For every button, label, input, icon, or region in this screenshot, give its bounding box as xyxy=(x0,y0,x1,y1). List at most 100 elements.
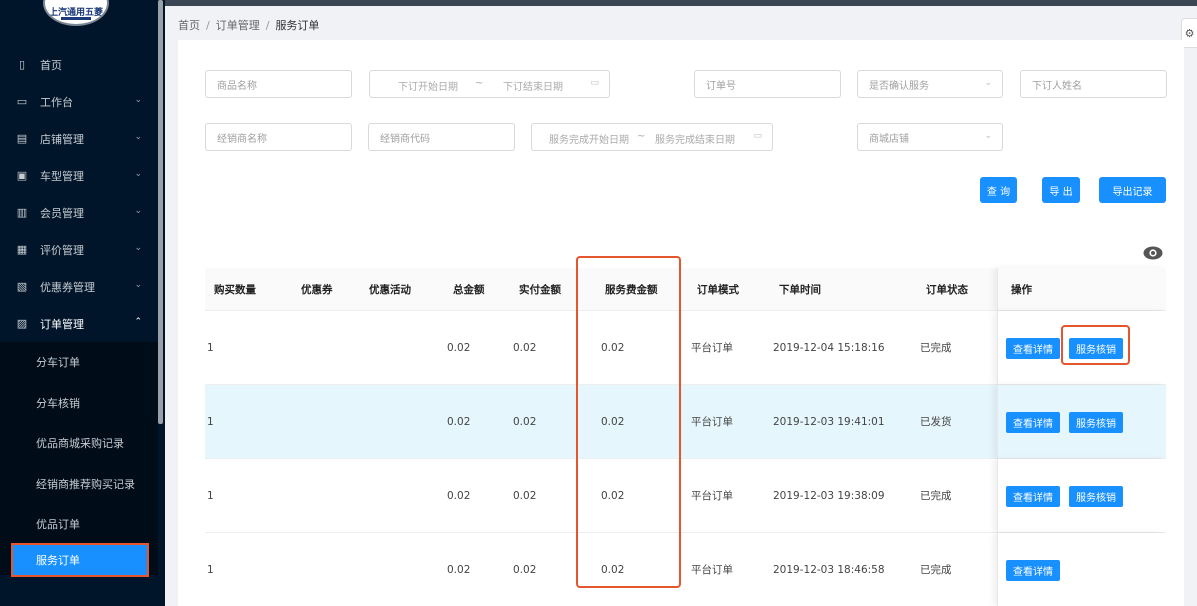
orders-table: 购买数量 优惠券 优惠活动 总金额 实付金额 服务费金额 订单模式 下单时间 订单状态 操作 10… xyxy=(205,268,1166,606)
query-button[interactable]: 查 询 xyxy=(980,177,1017,203)
member-icon: ▥ xyxy=(16,206,28,219)
cell-time: 2019-12-03 19:41:01 xyxy=(773,415,885,428)
sidebar-item-label: 订单管理 xyxy=(40,317,84,331)
chevron-down-icon: ⌄ xyxy=(134,95,142,105)
breadcrumb: 首页 / 订单管理 / 服务订单 xyxy=(178,19,320,32)
view-detail-button[interactable]: 查看详情 xyxy=(1006,338,1060,359)
sidebar-item-label: 工作台 xyxy=(40,95,73,109)
column-header: 下单时间 xyxy=(779,283,821,296)
cell-qty: 1 xyxy=(207,563,214,576)
sidebar-scrollbar[interactable] xyxy=(158,0,163,424)
cell-qty: 1 xyxy=(207,415,214,428)
chevron-down-icon: ⌄ xyxy=(134,169,142,179)
service-verify-button[interactable]: 服务核销 xyxy=(1069,486,1123,507)
column-header: 优惠活动 xyxy=(369,283,411,296)
main-panel: 商品名称 下订开始日期 ~ 下订结束日期 ▭ 订单号 是否确认服务 ⌄ 下订人姓名… xyxy=(178,40,1184,606)
cell-paid: 0.02 xyxy=(513,341,537,354)
cell-mode: 平台订单 xyxy=(691,416,733,428)
table-row[interactable]: 1 0.02 0.02 0.02 平台订单 2019-12-03 19:41:01 已发货 查… xyxy=(205,385,1166,459)
submenu-item-1[interactable]: 分车核销 xyxy=(0,383,158,424)
sidebar-item-1[interactable]: ▭ 工作台 ⌄ xyxy=(0,83,158,120)
submenu-item-3[interactable]: 经销商推荐购买记录 xyxy=(0,464,158,505)
view-detail-button[interactable]: 查看详情 xyxy=(1006,486,1060,507)
sidebar-item-0[interactable]: ▯ 首页 xyxy=(0,46,158,83)
sidebar-item-label: 优惠券管理 xyxy=(40,280,95,294)
buyer-name-input[interactable]: 下订人姓名 xyxy=(1020,70,1167,98)
column-header: 订单状态 xyxy=(926,283,968,296)
sidebar-item-2[interactable]: ▤ 店铺管理 ⌄ xyxy=(0,120,158,157)
service-verify-button[interactable]: 服务核销 xyxy=(1069,338,1123,359)
row-actions: 查看详情 服务核销 xyxy=(997,459,1166,532)
chevron-down-icon: ⌄ xyxy=(134,280,142,290)
breadcrumb-home[interactable]: 首页 xyxy=(178,19,200,32)
coupon-icon: ▧ xyxy=(16,280,28,293)
cell-status: 已完成 xyxy=(920,490,952,502)
sidebar-item-label: 首页 xyxy=(40,58,62,72)
column-header: 订单模式 xyxy=(697,283,739,296)
calendar-icon: ▭ xyxy=(753,131,762,141)
dealer-name-input[interactable]: 经销商名称 xyxy=(205,123,352,151)
table-row[interactable]: 1 0.02 0.02 0.02 平台订单 2019-12-03 19:38:09 已完成 查… xyxy=(205,459,1166,533)
service-verify-button[interactable]: 服务核销 xyxy=(1069,412,1123,433)
sidebar-item-3[interactable]: ▣ 车型管理 ⌄ xyxy=(0,157,158,194)
sidebar-item-7[interactable]: ▨ 订单管理 ⌃ xyxy=(0,305,158,342)
column-header: 购买数量 xyxy=(214,283,256,296)
cell-paid: 0.02 xyxy=(513,415,537,428)
cell-time: 2019-12-04 15:18:16 xyxy=(773,341,885,354)
service-confirmed-select[interactable]: 是否确认服务 ⌄ xyxy=(857,70,1003,98)
chevron-up-icon: ⌃ xyxy=(134,317,142,327)
cell-total: 0.02 xyxy=(447,341,471,354)
brand-logo: 上汽通用五菱 xyxy=(43,0,109,26)
cell-fee: 0.02 xyxy=(601,341,625,354)
order-icon: ▨ xyxy=(16,317,28,330)
sidebar-item-5[interactable]: ▦ 评价管理 ⌄ xyxy=(0,231,158,268)
order-number-input[interactable]: 订单号 xyxy=(694,70,841,98)
cell-qty: 1 xyxy=(207,489,214,502)
top-bar xyxy=(165,0,1197,6)
service-date-range[interactable]: 服务完成开始日期 ~ 服务完成结束日期 ▭ xyxy=(531,123,773,151)
view-detail-button[interactable]: 查看详情 xyxy=(1006,560,1060,581)
chevron-down-icon: ⌄ xyxy=(134,243,142,253)
sidebar-item-label: 会员管理 xyxy=(40,206,84,220)
cell-total: 0.02 xyxy=(447,489,471,502)
cell-paid: 0.02 xyxy=(513,563,537,576)
order-date-range[interactable]: 下订开始日期 ~ 下订结束日期 ▭ xyxy=(369,70,610,98)
cell-fee: 0.02 xyxy=(601,563,625,576)
cell-fee: 0.02 xyxy=(601,489,625,502)
row-actions: 查看详情 服务核销 xyxy=(997,311,1166,384)
table-row[interactable]: 1 0.02 0.02 0.02 平台订单 2019-12-04 15:18:16 已完成 查… xyxy=(205,311,1166,385)
cell-mode: 平台订单 xyxy=(691,342,733,354)
cell-status: 已完成 xyxy=(920,564,952,576)
column-header: 实付金额 xyxy=(519,283,561,296)
view-detail-button[interactable]: 查看详情 xyxy=(1006,412,1060,433)
submenu-item-5[interactable]: 服务订单 xyxy=(11,542,149,577)
monitor-icon: ▭ xyxy=(16,95,28,108)
chevron-down-icon: ⌄ xyxy=(134,132,142,142)
export-log-button[interactable]: 导出记录 xyxy=(1099,177,1166,203)
cell-status: 已完成 xyxy=(920,342,952,354)
submenu-item-2[interactable]: 优品商城采购记录 xyxy=(0,423,158,464)
cell-mode: 平台订单 xyxy=(691,490,733,502)
submenu-item-0[interactable]: 分车订单 xyxy=(0,342,158,383)
mall-store-select[interactable]: 商城店铺 ⌄ xyxy=(857,123,1003,151)
table-header: 购买数量 优惠券 优惠活动 总金额 实付金额 服务费金额 订单模式 下单时间 订单状态 操作 xyxy=(205,268,1166,311)
sidebar-item-label: 车型管理 xyxy=(40,169,84,183)
breadcrumb-order-mgmt[interactable]: 订单管理 xyxy=(216,19,260,32)
sidebar-item-label: 评价管理 xyxy=(40,243,84,257)
row-actions: 查看详情 服务核销 xyxy=(997,385,1166,458)
dealer-code-input[interactable]: 经销商代码 xyxy=(368,123,515,151)
table-row[interactable]: 1 0.02 0.02 0.02 平台订单 2019-12-03 18:46:58 已完成 查… xyxy=(205,533,1166,606)
actions-column xyxy=(997,268,1166,310)
sidebar-item-6[interactable]: ▧ 优惠券管理 ⌄ xyxy=(0,268,158,305)
export-button[interactable]: 导 出 xyxy=(1042,177,1080,203)
column-header: 服务费金额 xyxy=(605,283,658,296)
submenu-item-4[interactable]: 优品订单 xyxy=(0,504,158,545)
cell-mode: 平台订单 xyxy=(691,564,733,576)
product-name-input[interactable]: 商品名称 xyxy=(205,70,352,98)
column-header: 优惠券 xyxy=(301,283,333,296)
eye-icon[interactable] xyxy=(1143,246,1163,260)
cell-time: 2019-12-03 18:46:58 xyxy=(773,563,885,576)
cell-paid: 0.02 xyxy=(513,489,537,502)
sidebar-item-4[interactable]: ▥ 会员管理 ⌄ xyxy=(0,194,158,231)
sidebar-menu: ▯ 首页 ▭ 工作台 ⌄ ▤ 店铺管理 ⌄ ▣ 车型管理 ⌄ ▥ 会员管理 ⌄ ▦ 评价管理 ⌄ ▧ 优惠券管理 ⌄ ▨… xyxy=(0,46,158,577)
